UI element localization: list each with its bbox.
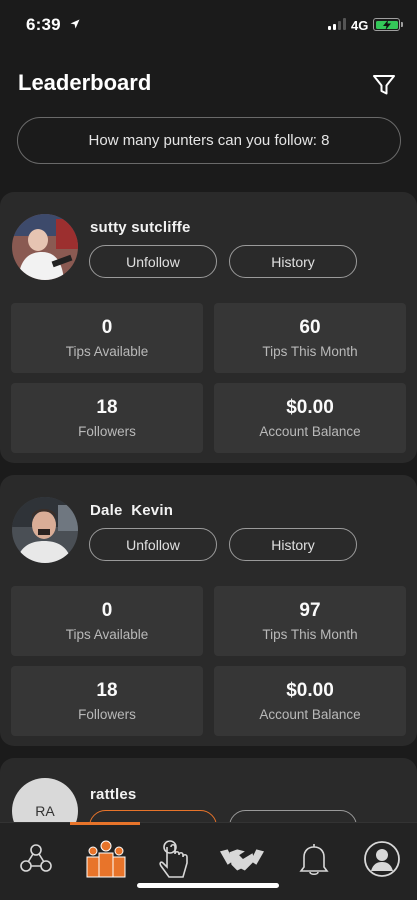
follow-limit-banner: How many punters can you follow: 8 [17,117,401,164]
stat-value: $0.00 [286,397,334,418]
tab-tap[interactable] [152,837,196,881]
profile-icon [364,841,400,877]
history-button[interactable]: History [229,245,357,278]
stat-account-balance: $0.00 Account Balance [214,383,406,453]
leaderboard-icon [86,840,126,878]
stat-value: 0 [101,600,113,621]
punter-card: sutty sutcliffe Unfollow History 0 Tips … [0,192,417,463]
tab-handshake[interactable] [220,837,264,881]
network-icon [20,844,52,872]
bell-icon [299,844,329,876]
stat-value: 60 [299,317,321,338]
stat-value: 18 [96,397,118,418]
tab-profile[interactable] [360,837,404,881]
stat-value: 0 [101,317,113,338]
stat-label: Account Balance [259,424,361,439]
unfollow-button[interactable]: Unfollow [89,528,217,561]
punter-name: rattles [90,786,137,803]
signal-icon [328,18,346,30]
location-arrow-icon [70,19,80,29]
status-time: 6:39 [26,15,61,34]
stat-label: Followers [78,424,136,439]
punter-name: Dale Kevin [90,502,174,519]
stat-followers: 18 Followers [11,383,203,453]
tab-notifications[interactable] [292,837,336,881]
filter-icon[interactable] [370,71,398,99]
stat-label: Tips This Month [262,627,358,642]
tab-bar [0,822,417,900]
active-tab-indicator [70,822,140,825]
status-bar: 6:39 4G [0,0,417,50]
stat-followers: 18 Followers [11,666,203,736]
network-type: 4G [351,18,369,33]
home-indicator [137,883,279,888]
stat-tips-month: 97 Tips This Month [214,586,406,656]
stat-label: Account Balance [259,707,361,722]
stat-value: 97 [299,600,321,621]
avatar [12,214,78,280]
stat-tips-available: 0 Tips Available [11,586,203,656]
header: Leaderboard [0,60,417,110]
battery-icon [373,18,403,31]
stat-label: Tips Available [65,344,149,359]
tap-icon [159,840,188,878]
page-title: Leaderboard [18,70,152,95]
punter-card: Dale Kevin Unfollow History 0 Tips Avail… [0,475,417,746]
stat-tips-available: 0 Tips Available [11,303,203,373]
stat-value: $0.00 [286,680,334,701]
stat-label: Tips Available [65,627,149,642]
handshake-icon [220,849,264,871]
unfollow-button[interactable]: Unfollow [89,245,217,278]
tab-leaderboard[interactable] [82,837,130,881]
stat-label: Followers [78,707,136,722]
stat-account-balance: $0.00 Account Balance [214,666,406,736]
stat-tips-month: 60 Tips This Month [214,303,406,373]
stat-value: 18 [96,680,118,701]
punter-name: sutty sutcliffe [90,219,191,236]
avatar [12,497,78,563]
stat-label: Tips This Month [262,344,358,359]
history-button[interactable]: History [229,528,357,561]
tab-network[interactable] [14,837,58,881]
